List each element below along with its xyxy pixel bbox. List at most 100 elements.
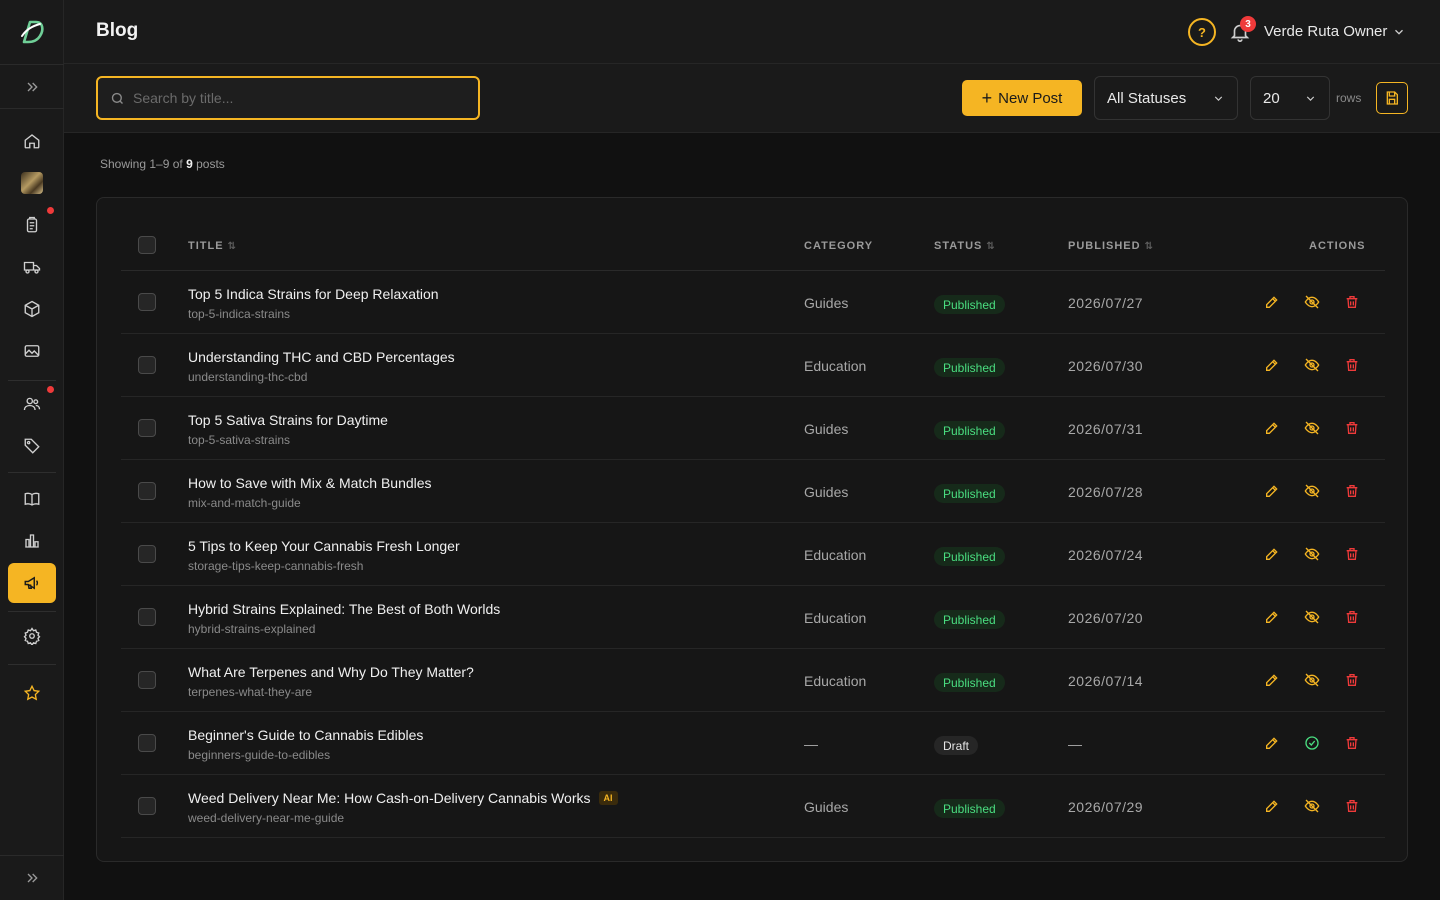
unpublish-button[interactable] <box>1303 671 1321 689</box>
table-row[interactable]: Understanding THC and CBD Percentages und… <box>121 334 1385 397</box>
row-checkbox[interactable] <box>138 734 156 752</box>
unpublish-button[interactable] <box>1303 356 1321 374</box>
logo-icon[interactable] <box>16 16 48 48</box>
sidebar-item-marketing[interactable] <box>8 563 56 603</box>
table-row[interactable]: Weed Delivery Near Me: How Cash-on-Deliv… <box>121 775 1385 838</box>
delete-button[interactable] <box>1343 356 1361 374</box>
row-checkbox[interactable] <box>138 797 156 815</box>
row-checkbox[interactable] <box>138 608 156 626</box>
table-row[interactable]: Beginner's Guide to Cannabis Edibles begi… <box>121 712 1385 775</box>
clipboard-icon <box>26 216 38 233</box>
table-row[interactable]: What Are Terpenes and Why Do They Matter… <box>121 649 1385 712</box>
edit-button[interactable] <box>1263 356 1281 374</box>
sidebar-item-analytics[interactable] <box>8 521 56 561</box>
search-box[interactable] <box>96 76 480 120</box>
sidebar-item-products[interactable] <box>8 289 56 329</box>
published-date: 2026/07/20 <box>1068 610 1144 626</box>
publish-button[interactable] <box>1303 734 1321 752</box>
post-title[interactable]: Top 5 Indica Strains for Deep Relaxation <box>188 286 439 302</box>
column-header-published[interactable]: PUBLISHED ⇅ <box>1068 240 1153 252</box>
sidebar-item-store[interactable] <box>8 163 56 203</box>
new-post-label: New Post <box>998 89 1063 107</box>
sidebar-item-delivery[interactable] <box>8 247 56 287</box>
column-header-status[interactable]: STATUS ⇅ <box>934 240 995 252</box>
unpublish-button[interactable] <box>1303 797 1321 815</box>
post-slug: top-5-indica-strains <box>188 307 291 321</box>
row-checkbox[interactable] <box>138 419 156 437</box>
image-icon <box>24 345 40 357</box>
delete-button[interactable] <box>1343 734 1361 752</box>
new-post-button[interactable]: + New Post <box>962 80 1082 116</box>
edit-button[interactable] <box>1263 608 1281 626</box>
search-input[interactable] <box>133 90 453 106</box>
row-checkbox[interactable] <box>138 482 156 500</box>
delete-button[interactable] <box>1343 797 1361 815</box>
sidebar-item-settings[interactable] <box>8 616 56 656</box>
status-badge: Published <box>934 547 1005 566</box>
delete-button[interactable] <box>1343 608 1361 626</box>
table-row[interactable]: Hybrid Strains Explained: The Best of Bo… <box>121 586 1385 649</box>
chevrons-right-icon <box>27 873 38 883</box>
edit-button[interactable] <box>1263 482 1281 500</box>
unpublish-button[interactable] <box>1303 545 1321 563</box>
edit-button[interactable] <box>1263 734 1281 752</box>
post-slug: top-5-sativa-strains <box>188 433 291 447</box>
tag-icon <box>24 438 40 454</box>
edit-button[interactable] <box>1263 293 1281 311</box>
edit-button[interactable] <box>1263 545 1281 563</box>
post-title[interactable]: Hybrid Strains Explained: The Best of Bo… <box>188 601 500 617</box>
delete-button[interactable] <box>1343 545 1361 563</box>
results-count: 9 <box>186 157 193 171</box>
sidebar-item-orders[interactable] <box>8 205 56 245</box>
table-row[interactable]: Top 5 Sativa Strains for Daytime top-5-sa… <box>121 397 1385 460</box>
sidebar-item-customers[interactable] <box>8 384 56 424</box>
sidebar-item-promotions[interactable] <box>8 426 56 466</box>
edit-button[interactable] <box>1263 797 1281 815</box>
unpublish-button[interactable] <box>1303 482 1321 500</box>
row-checkbox[interactable] <box>138 356 156 374</box>
row-checkbox[interactable] <box>138 671 156 689</box>
sidebar-item-media[interactable] <box>8 331 56 371</box>
notification-dot <box>47 207 54 214</box>
page-size-select[interactable]: 20 <box>1250 76 1330 120</box>
status-badge: Published <box>934 484 1005 503</box>
table-row[interactable]: Top 5 Indica Strains for Deep Relaxation… <box>121 271 1385 334</box>
post-title[interactable]: Understanding THC and CBD Percentages <box>188 349 455 365</box>
save-view-button[interactable] <box>1376 82 1408 114</box>
table-row[interactable]: 5 Tips to Keep Your Cannabis Fresh Longe… <box>121 523 1385 586</box>
table-row[interactable]: How to Save with Mix & Match Bundles mix-… <box>121 460 1385 523</box>
delete-button[interactable] <box>1343 419 1361 437</box>
unpublish-button[interactable] <box>1303 608 1321 626</box>
hide-icon <box>1304 672 1320 688</box>
sidebar-item-favorites[interactable] <box>8 673 56 713</box>
row-checkbox[interactable] <box>138 293 156 311</box>
row-checkbox[interactable] <box>138 545 156 563</box>
post-category: — <box>804 736 818 752</box>
post-title[interactable]: 5 Tips to Keep Your Cannabis Fresh Longe… <box>188 538 460 554</box>
post-title[interactable]: How to Save with Mix & Match Bundles <box>188 475 432 491</box>
trash-icon <box>1344 294 1360 310</box>
sidebar-collapse-button[interactable] <box>0 855 64 900</box>
column-header-title[interactable]: TITLE ⇅ <box>188 240 236 252</box>
post-title[interactable]: What Are Terpenes and Why Do They Matter… <box>188 664 474 680</box>
sidebar-item-home[interactable] <box>8 121 56 161</box>
delete-button[interactable] <box>1343 671 1361 689</box>
sidebar-expand-button[interactable] <box>0 64 64 109</box>
user-menu[interactable]: Verde Ruta Owner <box>1264 23 1387 40</box>
post-title[interactable]: Weed Delivery Near Me: How Cash-on-Deliv… <box>188 790 618 806</box>
sidebar-item-guides[interactable] <box>8 479 56 519</box>
status-filter-select[interactable]: All Statuses <box>1094 76 1238 120</box>
select-all-checkbox[interactable] <box>138 236 156 254</box>
unpublish-button[interactable] <box>1303 419 1321 437</box>
edit-button[interactable] <box>1263 419 1281 437</box>
post-title[interactable]: Beginner's Guide to Cannabis Edibles <box>188 727 423 743</box>
delete-button[interactable] <box>1343 482 1361 500</box>
trash-icon <box>1344 483 1360 499</box>
help-button[interactable]: ? <box>1188 18 1216 46</box>
unpublish-button[interactable] <box>1303 293 1321 311</box>
edit-button[interactable] <box>1263 671 1281 689</box>
chevron-down-icon[interactable] <box>1392 25 1406 39</box>
post-title[interactable]: Top 5 Sativa Strains for Daytime <box>188 412 388 428</box>
status-filter-value: All Statuses <box>1107 89 1187 107</box>
delete-button[interactable] <box>1343 293 1361 311</box>
